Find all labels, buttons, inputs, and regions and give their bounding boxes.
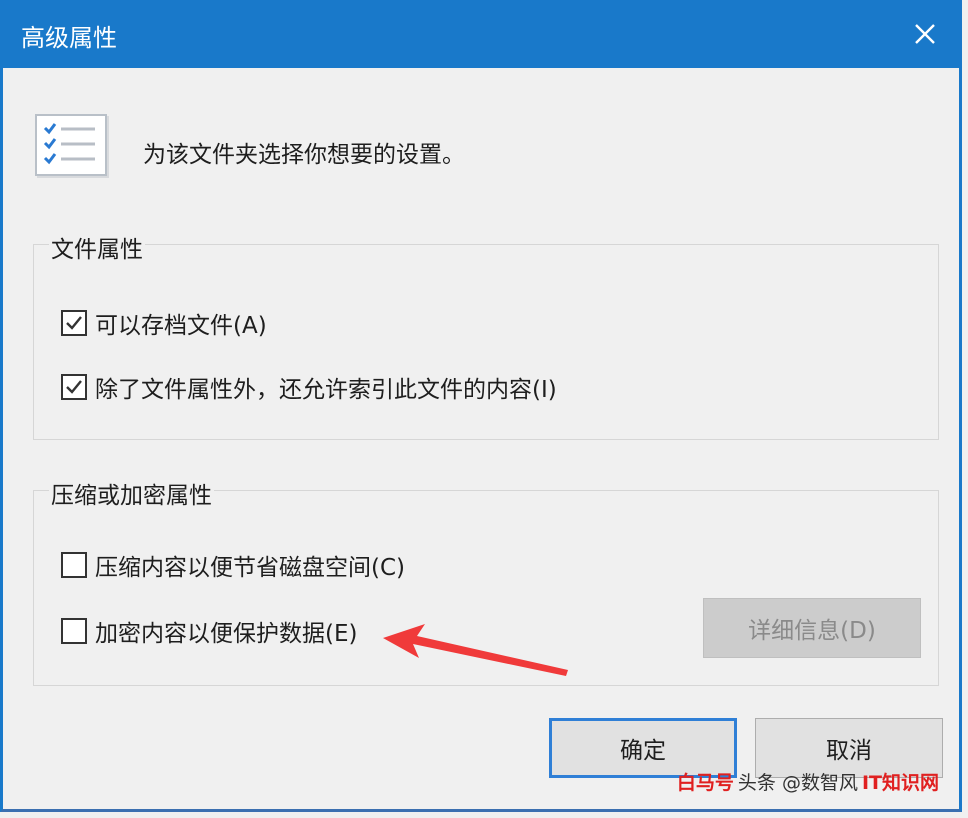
watermark-text: 头条 @数智风 <box>737 772 858 794</box>
checkmark-icon <box>66 316 82 330</box>
advanced-attributes-dialog: 高级属性 为该文件夹选择你想要的设置。 文件属性 可以存档文件(A) 除了文件属… <box>0 0 962 812</box>
index-checkbox[interactable] <box>61 374 87 400</box>
compress-encrypt-legend: 压缩或加密属性 <box>49 476 214 510</box>
archive-checkbox[interactable] <box>61 310 87 336</box>
encrypt-checkbox-row[interactable]: 加密内容以便保护数据(E) <box>61 614 357 648</box>
annotation-arrow-icon <box>383 624 568 676</box>
watermark: 白马号 头条 @数智风 IT知识网 <box>677 768 939 795</box>
watermark-brand: 白马号 <box>676 772 734 794</box>
file-attributes-legend: 文件属性 <box>49 230 145 264</box>
compress-checkbox[interactable] <box>61 552 87 578</box>
file-attributes-group <box>33 244 939 440</box>
dialog-description: 为该文件夹选择你想要的设置。 <box>143 142 465 168</box>
index-checkbox-row[interactable]: 除了文件属性外，还允许索引此文件的内容(I) <box>61 370 557 404</box>
archive-checkbox-row[interactable]: 可以存档文件(A) <box>61 306 267 340</box>
window-title: 高级属性 <box>21 24 117 52</box>
watermark-brand2: IT知识网 <box>861 772 939 794</box>
checkmark-icon <box>66 380 82 394</box>
compress-checkbox-row[interactable]: 压缩内容以便节省磁盘空间(C) <box>61 548 405 582</box>
close-button[interactable] <box>891 0 959 68</box>
compress-label: 压缩内容以便节省磁盘空间(C) <box>95 555 406 581</box>
encrypt-checkbox[interactable] <box>61 618 87 644</box>
encrypt-label: 加密内容以便保护数据(E) <box>95 621 358 647</box>
title-bar[interactable]: 高级属性 <box>3 0 959 68</box>
close-icon <box>915 24 935 44</box>
index-label: 除了文件属性外，还允许索引此文件的内容(I) <box>95 377 557 403</box>
details-button[interactable]: 详细信息(D) <box>703 598 921 658</box>
checklist-icon <box>35 114 107 176</box>
archive-label: 可以存档文件(A) <box>95 313 267 339</box>
